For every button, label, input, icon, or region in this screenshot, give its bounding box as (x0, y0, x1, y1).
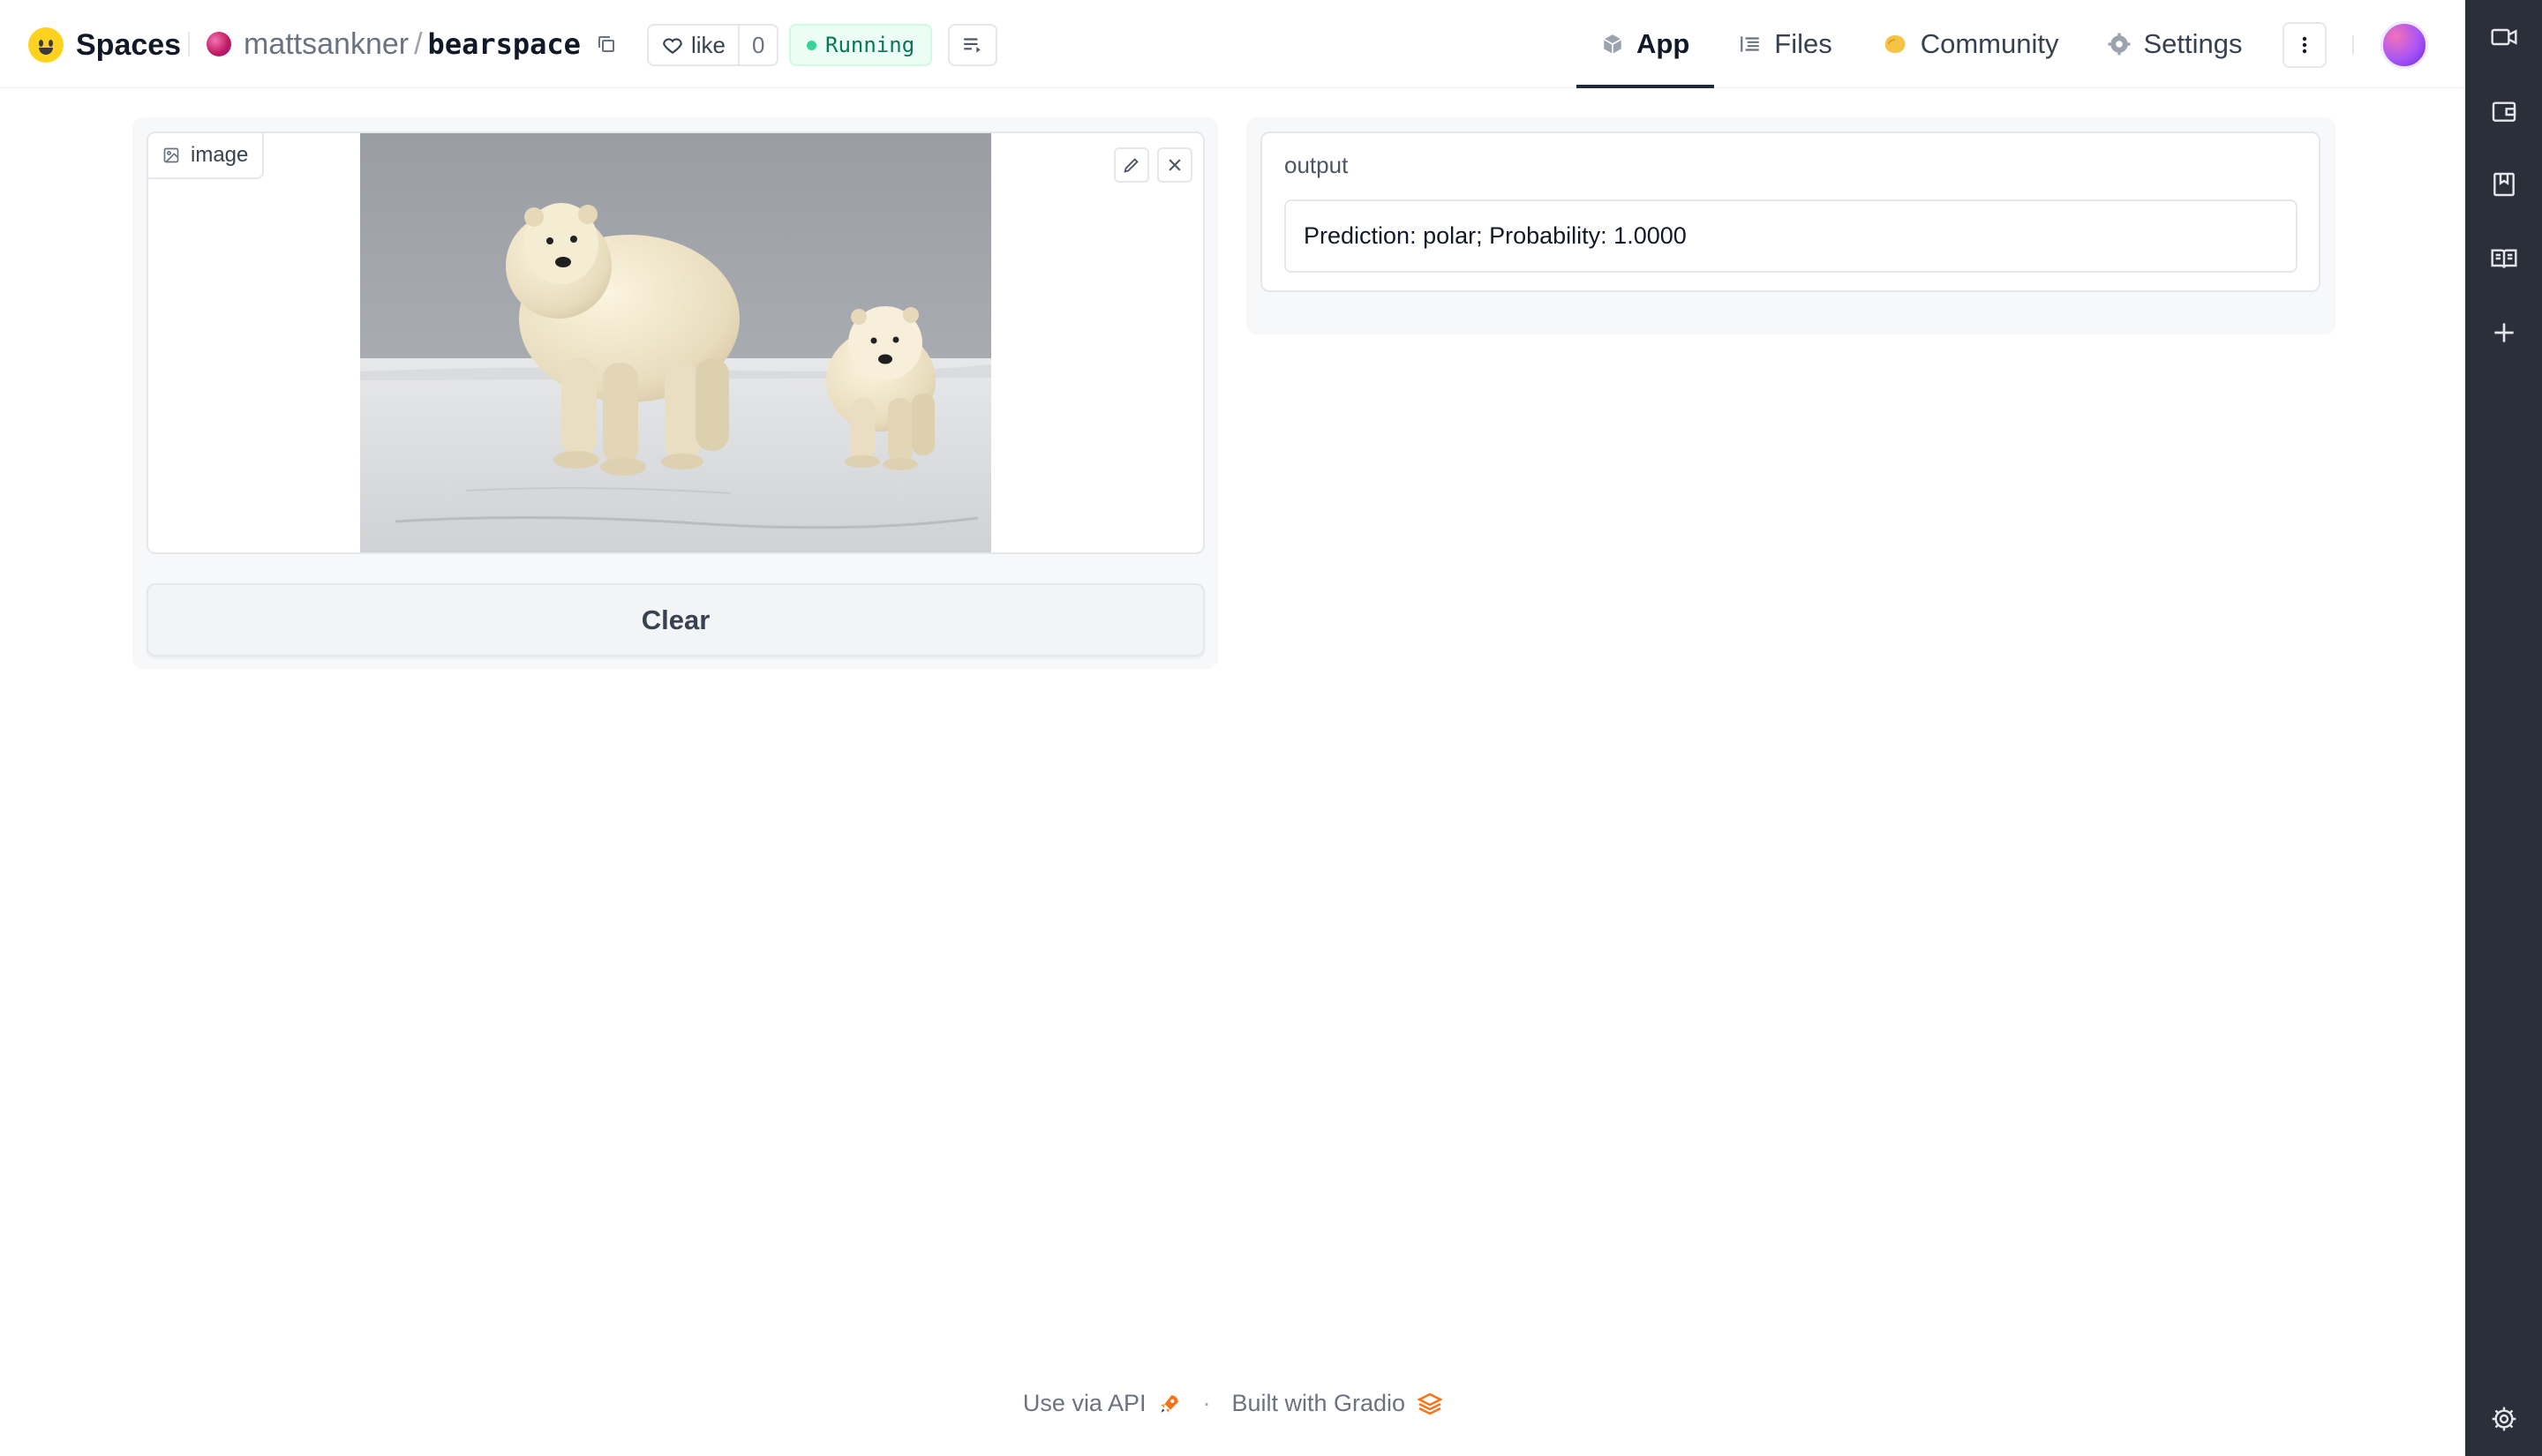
wallet-icon[interactable] (2488, 95, 2520, 127)
huggingface-logo-icon (28, 27, 64, 63)
divider (2352, 35, 2354, 55)
user-avatar[interactable] (2380, 21, 2428, 69)
settings-icon[interactable] (2488, 1403, 2520, 1435)
status-badge[interactable]: Running (789, 24, 933, 66)
close-icon (1169, 159, 1181, 171)
community-icon (1884, 35, 1906, 53)
brand-label: Spaces (76, 27, 182, 62)
tab-app-label: App (1636, 28, 1690, 59)
use-via-api-link[interactable]: Use via API (1023, 1390, 1147, 1417)
owner-avatar[interactable] (207, 32, 231, 56)
tab-community[interactable]: Community (1857, 0, 2084, 88)
repo-breadcrumb: mattsankner / bearspace (207, 25, 620, 64)
image-input-label: image (148, 133, 265, 179)
clear-button[interactable]: Clear (147, 583, 1205, 657)
like-count[interactable]: 0 (738, 26, 777, 64)
output-textbox[interactable]: Prediction: polar; Probability: 1.0000 (1284, 199, 2298, 273)
kebab-menu-icon (2302, 36, 2307, 54)
right-sidebar-rail (2465, 0, 2542, 1456)
image-label-text: image (191, 143, 249, 167)
copy-icon[interactable] (593, 31, 620, 57)
repo-name-link[interactable]: bearspace (428, 27, 581, 61)
plus-icon[interactable] (2488, 317, 2520, 349)
tab-files[interactable]: Files (1714, 0, 1856, 88)
logs-button[interactable] (948, 24, 997, 66)
edit-icon (1124, 158, 1139, 173)
built-with-gradio-link[interactable]: Built with Gradio (1231, 1390, 1405, 1417)
space-tabs: App Files Community Settings (1576, 0, 2267, 88)
edit-image-button[interactable] (1114, 147, 1149, 183)
footer: Use via API · Built with Gradio (0, 1390, 2465, 1417)
book-icon[interactable] (2488, 243, 2520, 274)
like-label: like (691, 31, 726, 58)
like-button[interactable]: like 0 (647, 24, 779, 66)
bookmark-icon[interactable] (2488, 169, 2520, 200)
owner-link[interactable]: mattsankner (244, 27, 409, 62)
image-input[interactable]: image (147, 131, 1205, 554)
output-label: output (1284, 152, 1349, 178)
tab-community-label: Community (1920, 28, 2059, 59)
tab-settings-label: Settings (2143, 28, 2243, 59)
app-cube-icon (1603, 34, 1622, 54)
gear-icon (2109, 33, 2131, 56)
video-icon[interactable] (2488, 21, 2520, 53)
logs-icon (964, 38, 981, 53)
polar-bears-photo (360, 133, 991, 552)
spaces-brand-link[interactable]: Spaces (28, 26, 181, 64)
tab-app[interactable]: App (1576, 0, 1715, 88)
remove-image-button[interactable] (1157, 147, 1192, 183)
heart-icon (663, 38, 682, 54)
divider (188, 32, 190, 56)
tab-settings[interactable]: Settings (2083, 0, 2267, 88)
image-icon (163, 147, 179, 163)
rocket-icon (1161, 1394, 1179, 1413)
status-label: Running (825, 33, 915, 57)
footer-separator: · (1202, 1390, 1211, 1416)
more-options-button[interactable] (2283, 22, 2327, 68)
top-navbar: Spaces mattsankner / bearspace like 0 Ru… (0, 0, 2465, 88)
tab-files-label: Files (1774, 28, 1832, 59)
status-dot-icon (807, 40, 816, 50)
files-icon (1741, 36, 1760, 52)
breadcrumb-separator: / (414, 26, 423, 61)
gradio-logo-icon (1418, 1392, 1443, 1415)
like-main[interactable]: like (649, 26, 738, 64)
